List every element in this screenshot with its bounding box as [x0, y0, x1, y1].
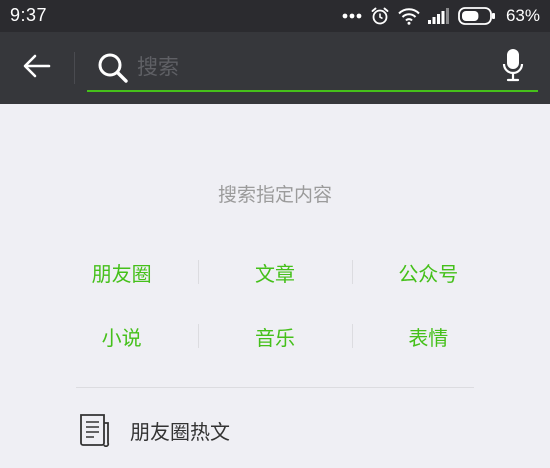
- category-stickers[interactable]: 表情: [351, 322, 505, 351]
- wifi-icon: [398, 7, 420, 25]
- category-row: 朋友圈 文章 公众号: [45, 240, 505, 304]
- back-button[interactable]: [14, 46, 60, 90]
- status-time: 9:37: [10, 5, 48, 25]
- moments-articles-label: 朋友圈热文: [130, 419, 230, 444]
- search-icon: [97, 52, 129, 88]
- voice-search-button[interactable]: [498, 48, 528, 86]
- header-divider: [74, 52, 75, 84]
- category-novels[interactable]: 小说: [45, 322, 198, 351]
- battery-icon: [458, 7, 496, 25]
- content-divider: [76, 387, 474, 388]
- search-suggestions-panel: 搜索指定内容 朋友圈 文章 公众号 小说 音乐 表情 朋友圈热文: [0, 104, 550, 468]
- status-icons: 63%: [342, 0, 540, 32]
- search-header: [0, 32, 550, 104]
- battery-percent: 63%: [505, 6, 540, 25]
- category-grid: 朋友圈 文章 公众号 小说 音乐 表情: [45, 240, 505, 368]
- article-document-icon: [76, 412, 112, 448]
- moments-articles-item[interactable]: 朋友圈热文: [76, 410, 230, 450]
- signal-strength-icon: [427, 8, 450, 24]
- search-input[interactable]: [137, 50, 477, 84]
- category-row: 小说 音乐 表情: [45, 304, 505, 368]
- category-articles[interactable]: 文章: [198, 258, 351, 287]
- category-official-accounts[interactable]: 公众号: [351, 258, 505, 287]
- category-moments[interactable]: 朋友圈: [45, 258, 198, 287]
- more-dots-icon: [342, 13, 362, 19]
- microphone-icon: [502, 48, 524, 86]
- arrow-left-icon: [23, 54, 51, 82]
- status-bar: 9:37 63%: [0, 0, 550, 32]
- search-box: [87, 44, 538, 92]
- section-title: 搜索指定内容: [217, 184, 332, 206]
- alarm-clock-icon: [370, 6, 390, 26]
- category-music[interactable]: 音乐: [198, 322, 351, 351]
